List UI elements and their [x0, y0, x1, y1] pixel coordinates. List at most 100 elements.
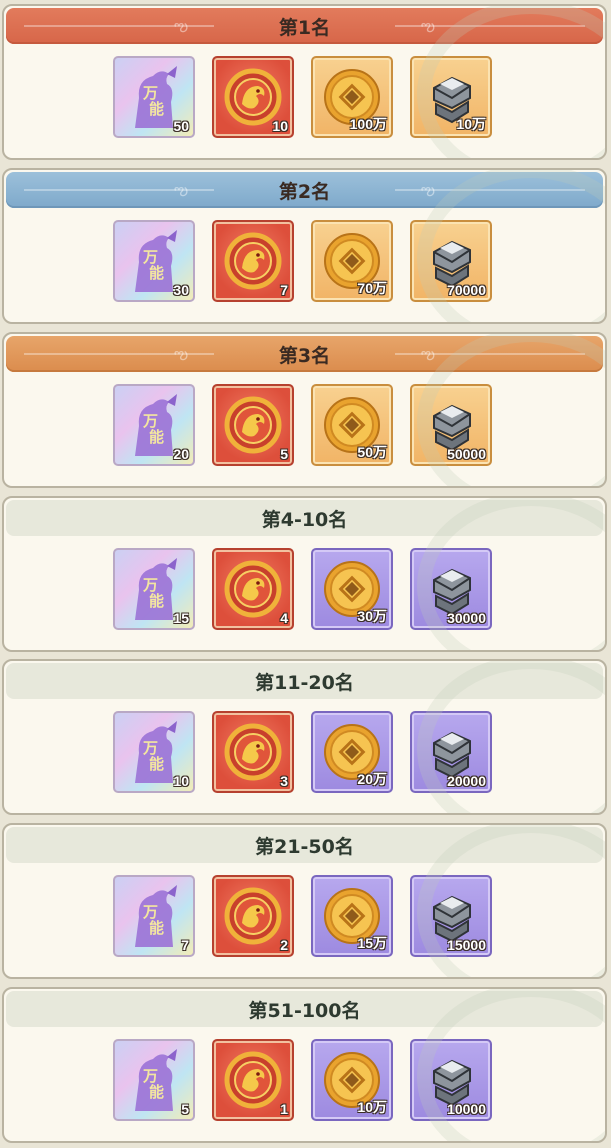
reward-items-row: 万 能 10 3 20万 20000 [4, 711, 605, 793]
reward-item-slot[interactable]: 万 能 15 [113, 548, 195, 630]
item-quantity: 30万 [357, 608, 387, 624]
item-quantity: 7 [181, 937, 189, 953]
tier-title: 第51-100名 [248, 999, 361, 1022]
tier-header: ఌ ఌ 第1名 [6, 8, 603, 44]
item-quantity: 3 [280, 773, 288, 789]
reward-item-slot[interactable]: 万 能 30 [113, 220, 195, 302]
reward-item-slot[interactable]: 3 [212, 711, 294, 793]
item-quantity: 15000 [447, 937, 486, 953]
reward-item-slot[interactable]: 万 能 50 [113, 56, 195, 138]
item-quantity: 70万 [357, 280, 387, 296]
item-quantity: 20 [173, 446, 189, 462]
svg-text:能: 能 [149, 1083, 164, 1101]
swirl-icon: ఌ [174, 344, 189, 363]
tier-title: 第4-10名 [261, 508, 348, 531]
item-quantity: 5 [181, 1101, 189, 1117]
reward-item-slot[interactable]: 30000 [410, 548, 492, 630]
tier-header: ఌ ఌ 第2名 [6, 172, 603, 208]
reward-item-slot[interactable]: 70000 [410, 220, 492, 302]
reward-item-slot[interactable]: 50万 [311, 384, 393, 466]
tier-header: ఌ ఌ 第51-100名 [6, 991, 603, 1027]
tier-title: 第1名 [278, 16, 331, 39]
tier-title: 第21-50名 [255, 835, 354, 858]
swirl-icon: ఌ [174, 180, 189, 199]
item-quantity: 100万 [349, 116, 387, 132]
reward-item-slot[interactable]: 30万 [311, 548, 393, 630]
item-quantity: 10万 [357, 1099, 387, 1115]
tier-header: ఌ ఌ 第3名 [6, 336, 603, 372]
reward-tier-card: ఌ ఌ 第51-100名 万 能 5 1 10万 [2, 987, 607, 1143]
header-ornament-right [395, 189, 585, 191]
tier-header: ఌ ఌ 第21-50名 [6, 827, 603, 863]
item-quantity: 15 [173, 610, 189, 626]
tier-title: 第11-20名 [255, 671, 354, 694]
reward-item-slot[interactable]: 5 [212, 384, 294, 466]
reward-item-slot[interactable]: 10万 [410, 56, 492, 138]
header-ornament-right [395, 25, 585, 27]
item-quantity: 15万 [357, 935, 387, 951]
tier-title: 第3名 [278, 344, 331, 367]
item-quantity: 1 [280, 1101, 288, 1117]
reward-tier-card: ఌ ఌ 第1名 万 能 50 10 100万 10万 [2, 4, 607, 160]
header-ornament-right [395, 353, 585, 355]
item-quantity: 20000 [447, 773, 486, 789]
ranking-reward-list: ఌ ఌ 第1名 万 能 50 10 100万 10万 ఌ ఌ 第2名 万 能 3… [0, 0, 611, 1148]
tier-title: 第2名 [278, 180, 331, 203]
svg-text:能: 能 [149, 592, 164, 610]
reward-item-slot[interactable]: 万 能 5 [113, 1039, 195, 1121]
item-quantity: 7 [280, 282, 288, 298]
item-quantity: 10000 [447, 1101, 486, 1117]
tier-header: ఌ ఌ 第4-10名 [6, 500, 603, 536]
item-quantity: 30 [173, 282, 189, 298]
svg-text:能: 能 [149, 919, 164, 937]
reward-item-slot[interactable]: 50000 [410, 384, 492, 466]
reward-items-row: 万 能 5 1 10万 10000 [4, 1039, 605, 1121]
reward-item-slot[interactable]: 70万 [311, 220, 393, 302]
reward-item-slot[interactable]: 万 能 10 [113, 711, 195, 793]
reward-tier-card: ఌ ఌ 第21-50名 万 能 7 2 15万 [2, 823, 607, 979]
svg-text:能: 能 [149, 100, 164, 118]
reward-item-slot[interactable]: 4 [212, 548, 294, 630]
item-quantity: 2 [280, 937, 288, 953]
reward-item-slot[interactable]: 15万 [311, 875, 393, 957]
reward-tier-card: ఌ ఌ 第11-20名 万 能 10 3 20万 [2, 659, 607, 815]
item-quantity: 70000 [447, 282, 486, 298]
reward-item-slot[interactable]: 2 [212, 875, 294, 957]
reward-tier-card: ఌ ఌ 第3名 万 能 20 5 50万 50000 [2, 332, 607, 488]
swirl-icon: ఌ [420, 344, 435, 363]
item-quantity: 30000 [447, 610, 486, 626]
reward-item-slot[interactable]: 万 能 20 [113, 384, 195, 466]
reward-item-slot[interactable]: 万 能 7 [113, 875, 195, 957]
reward-items-row: 万 能 15 4 30万 30000 [4, 548, 605, 630]
reward-items-row: 万 能 7 2 15万 15000 [4, 875, 605, 957]
reward-item-slot[interactable]: 20万 [311, 711, 393, 793]
reward-items-row: 万 能 20 5 50万 50000 [4, 384, 605, 466]
item-quantity: 10 [272, 118, 288, 134]
reward-item-slot[interactable]: 15000 [410, 875, 492, 957]
item-quantity: 50000 [447, 446, 486, 462]
tier-header: ఌ ఌ 第11-20名 [6, 663, 603, 699]
swirl-icon: ఌ [174, 16, 189, 35]
reward-tier-card: ఌ ఌ 第4-10名 万 能 15 4 30万 [2, 496, 607, 652]
item-quantity: 10 [173, 773, 189, 789]
item-quantity: 20万 [357, 771, 387, 787]
reward-items-row: 万 能 30 7 70万 70000 [4, 220, 605, 302]
reward-item-slot[interactable]: 10万 [311, 1039, 393, 1121]
reward-item-slot[interactable]: 10000 [410, 1039, 492, 1121]
reward-item-slot[interactable]: 10 [212, 56, 294, 138]
svg-text:能: 能 [149, 264, 164, 282]
reward-item-slot[interactable]: 1 [212, 1039, 294, 1121]
item-quantity: 10万 [456, 116, 486, 132]
reward-tier-card: ఌ ఌ 第2名 万 能 30 7 70万 70000 [2, 168, 607, 324]
reward-items-row: 万 能 50 10 100万 10万 [4, 56, 605, 138]
item-quantity: 50万 [357, 444, 387, 460]
swirl-icon: ఌ [420, 180, 435, 199]
item-quantity: 5 [280, 446, 288, 462]
item-quantity: 50 [173, 118, 189, 134]
reward-item-slot[interactable]: 20000 [410, 711, 492, 793]
item-quantity: 4 [280, 610, 288, 626]
svg-text:能: 能 [149, 428, 164, 446]
svg-text:能: 能 [149, 755, 164, 773]
reward-item-slot[interactable]: 100万 [311, 56, 393, 138]
reward-item-slot[interactable]: 7 [212, 220, 294, 302]
